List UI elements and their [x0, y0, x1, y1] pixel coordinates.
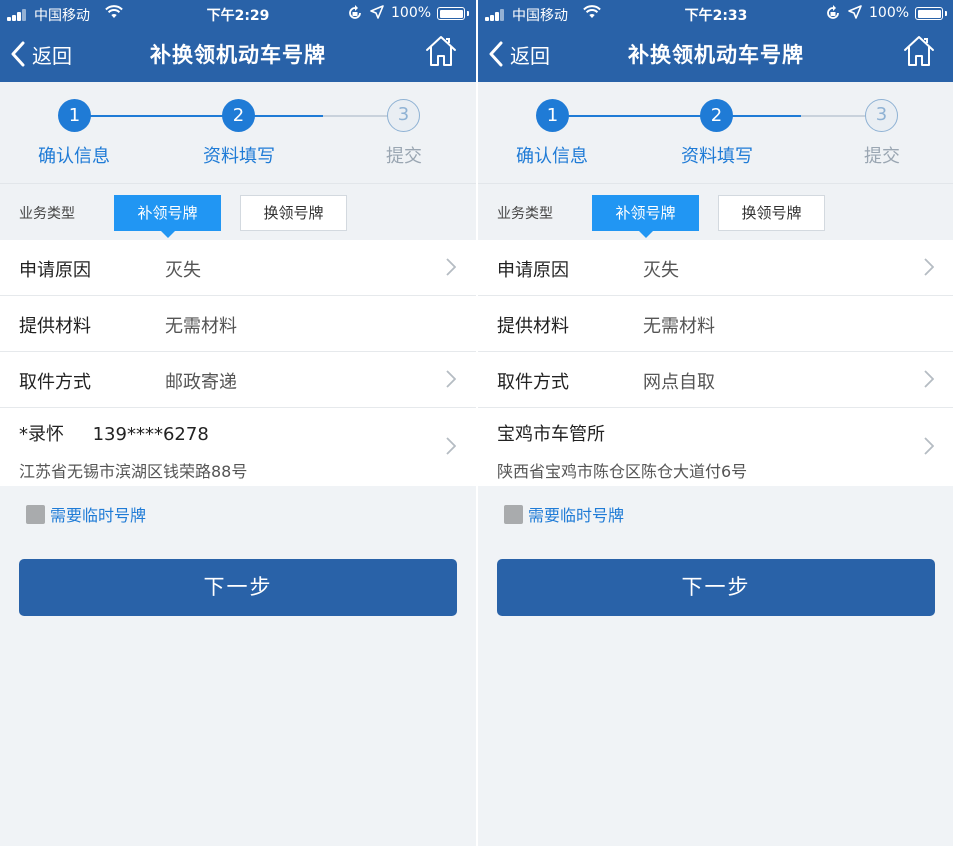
replace-plate-label: 换领号牌	[263, 204, 324, 222]
business-type-selector: 业务类型 补领号牌 换领号牌	[478, 184, 953, 240]
progress-steps: 1 2 3 确认信息 资料填写 提交	[0, 82, 476, 184]
business-type-label: 业务类型	[497, 206, 553, 222]
battery-icon	[437, 7, 469, 20]
step-2-circle: 2	[222, 99, 255, 132]
chevron-right-icon	[924, 437, 934, 455]
phone-screen: 中国移动 下午2:29 100% 返回 补换领机动车号牌 1 2 3 确认信息 …	[0, 0, 476, 846]
form-list: 申请原因 灭失 提供材料 无需材料 取件方式 邮政寄递 *录怀 139****6…	[0, 240, 476, 486]
step-1-circle: 1	[536, 99, 569, 132]
business-type-label: 业务类型	[19, 206, 75, 222]
reissue-plate-label: 补领号牌	[615, 204, 676, 222]
checkbox-icon	[26, 504, 45, 524]
status-bar: 中国移动 下午2:33 100%	[478, 0, 953, 28]
materials-value: 无需材料	[643, 316, 715, 337]
pickup-method-value: 网点自取	[643, 372, 715, 393]
step-3-circle: 3	[865, 99, 898, 132]
phone-screen: 中国移动 下午2:33 100% 返回 补换领机动车号牌 1 2 3 确认信息 …	[478, 0, 953, 846]
location-arrow-icon	[370, 5, 384, 19]
pickup-method-row[interactable]: 取件方式 网点自取	[478, 352, 953, 408]
navigation-bar: 中国移动 下午2:33 100% 返回 补换领机动车号牌	[478, 0, 953, 82]
status-bar: 中国移动 下午2:29 100%	[0, 0, 476, 28]
selected-caret	[639, 231, 653, 238]
address-row[interactable]: *录怀 139****6278 江苏省无锡市滨湖区钱荣路88号	[0, 408, 476, 486]
chevron-right-icon	[446, 437, 456, 455]
step-2-label: 资料填写	[203, 146, 275, 167]
reissue-plate-label: 补领号牌	[137, 204, 198, 222]
chevron-right-icon	[924, 258, 934, 276]
checkbox-icon	[504, 504, 523, 524]
step-1-circle: 1	[58, 99, 91, 132]
materials-row: 提供材料 无需材料	[478, 296, 953, 352]
step-3-circle: 3	[387, 99, 420, 132]
rotation-lock-icon	[349, 5, 361, 19]
pickup-method-label: 取件方式	[497, 372, 569, 393]
location-arrow-icon	[848, 5, 862, 19]
address-detail: 陕西省宝鸡市陈仓区陈仓大道付6号	[497, 462, 748, 481]
reason-label: 申请原因	[19, 260, 91, 281]
replace-plate-option[interactable]: 换领号牌	[718, 195, 825, 231]
pickup-method-row[interactable]: 取件方式 邮政寄递	[0, 352, 476, 408]
page-title: 补换领机动车号牌	[628, 43, 804, 67]
home-icon[interactable]	[424, 34, 458, 68]
navigation-bar: 中国移动 下午2:29 100% 返回 补换领机动车号牌	[0, 0, 476, 82]
form-list: 申请原因 灭失 提供材料 无需材料 取件方式 网点自取 宝鸡市车管所 陕西省宝鸡…	[478, 240, 953, 486]
temp-plate-checkbox[interactable]: 需要临时号牌	[504, 502, 624, 526]
step-2-circle: 2	[700, 99, 733, 132]
next-step-button[interactable]: 下一步	[19, 559, 457, 616]
replace-plate-label: 换领号牌	[741, 204, 802, 222]
address-row[interactable]: 宝鸡市车管所 陕西省宝鸡市陈仓区陈仓大道付6号	[478, 408, 953, 486]
reissue-plate-option[interactable]: 补领号牌	[592, 195, 699, 238]
reason-label: 申请原因	[497, 260, 569, 281]
step-3-label: 提交	[864, 146, 900, 167]
battery-percent: 100%	[391, 5, 432, 21]
step-3-label: 提交	[386, 146, 422, 167]
materials-label: 提供材料	[19, 316, 91, 337]
reason-value: 灭失	[643, 260, 679, 281]
materials-value: 无需材料	[165, 316, 237, 337]
step-2-label: 资料填写	[681, 146, 753, 167]
temp-plate-checkbox[interactable]: 需要临时号牌	[26, 502, 146, 526]
chevron-right-icon	[924, 370, 934, 388]
address-contact: *录怀 139****6278	[19, 424, 209, 445]
progress-steps: 1 2 3 确认信息 资料填写 提交	[478, 82, 953, 184]
business-type-selector: 业务类型 补领号牌 换领号牌	[0, 184, 476, 240]
pickup-method-label: 取件方式	[19, 372, 91, 393]
pickup-method-value: 邮政寄递	[165, 372, 237, 393]
chevron-right-icon	[446, 258, 456, 276]
battery-icon	[915, 7, 947, 20]
selected-caret	[161, 231, 175, 238]
temp-plate-label: 需要临时号牌	[528, 506, 625, 525]
page-title: 补换领机动车号牌	[150, 43, 326, 67]
chevron-right-icon	[446, 370, 456, 388]
reissue-plate-option[interactable]: 补领号牌	[114, 195, 221, 238]
rotation-lock-icon	[827, 5, 839, 19]
temp-plate-label: 需要临时号牌	[50, 506, 147, 525]
address-contact: 宝鸡市车管所	[497, 424, 605, 445]
step-connector	[74, 115, 239, 117]
next-step-button[interactable]: 下一步	[497, 559, 935, 616]
address-detail: 江苏省无锡市滨湖区钱荣路88号	[19, 462, 248, 481]
step-1-label: 确认信息	[516, 146, 588, 167]
reason-row[interactable]: 申请原因 灭失	[0, 240, 476, 296]
materials-label: 提供材料	[497, 316, 569, 337]
reason-row[interactable]: 申请原因 灭失	[478, 240, 953, 296]
reason-value: 灭失	[165, 260, 201, 281]
battery-percent: 100%	[869, 5, 910, 21]
replace-plate-option[interactable]: 换领号牌	[240, 195, 347, 231]
step-1-label: 确认信息	[38, 146, 110, 167]
materials-row: 提供材料 无需材料	[0, 296, 476, 352]
home-icon[interactable]	[902, 34, 936, 68]
step-connector	[552, 115, 717, 117]
